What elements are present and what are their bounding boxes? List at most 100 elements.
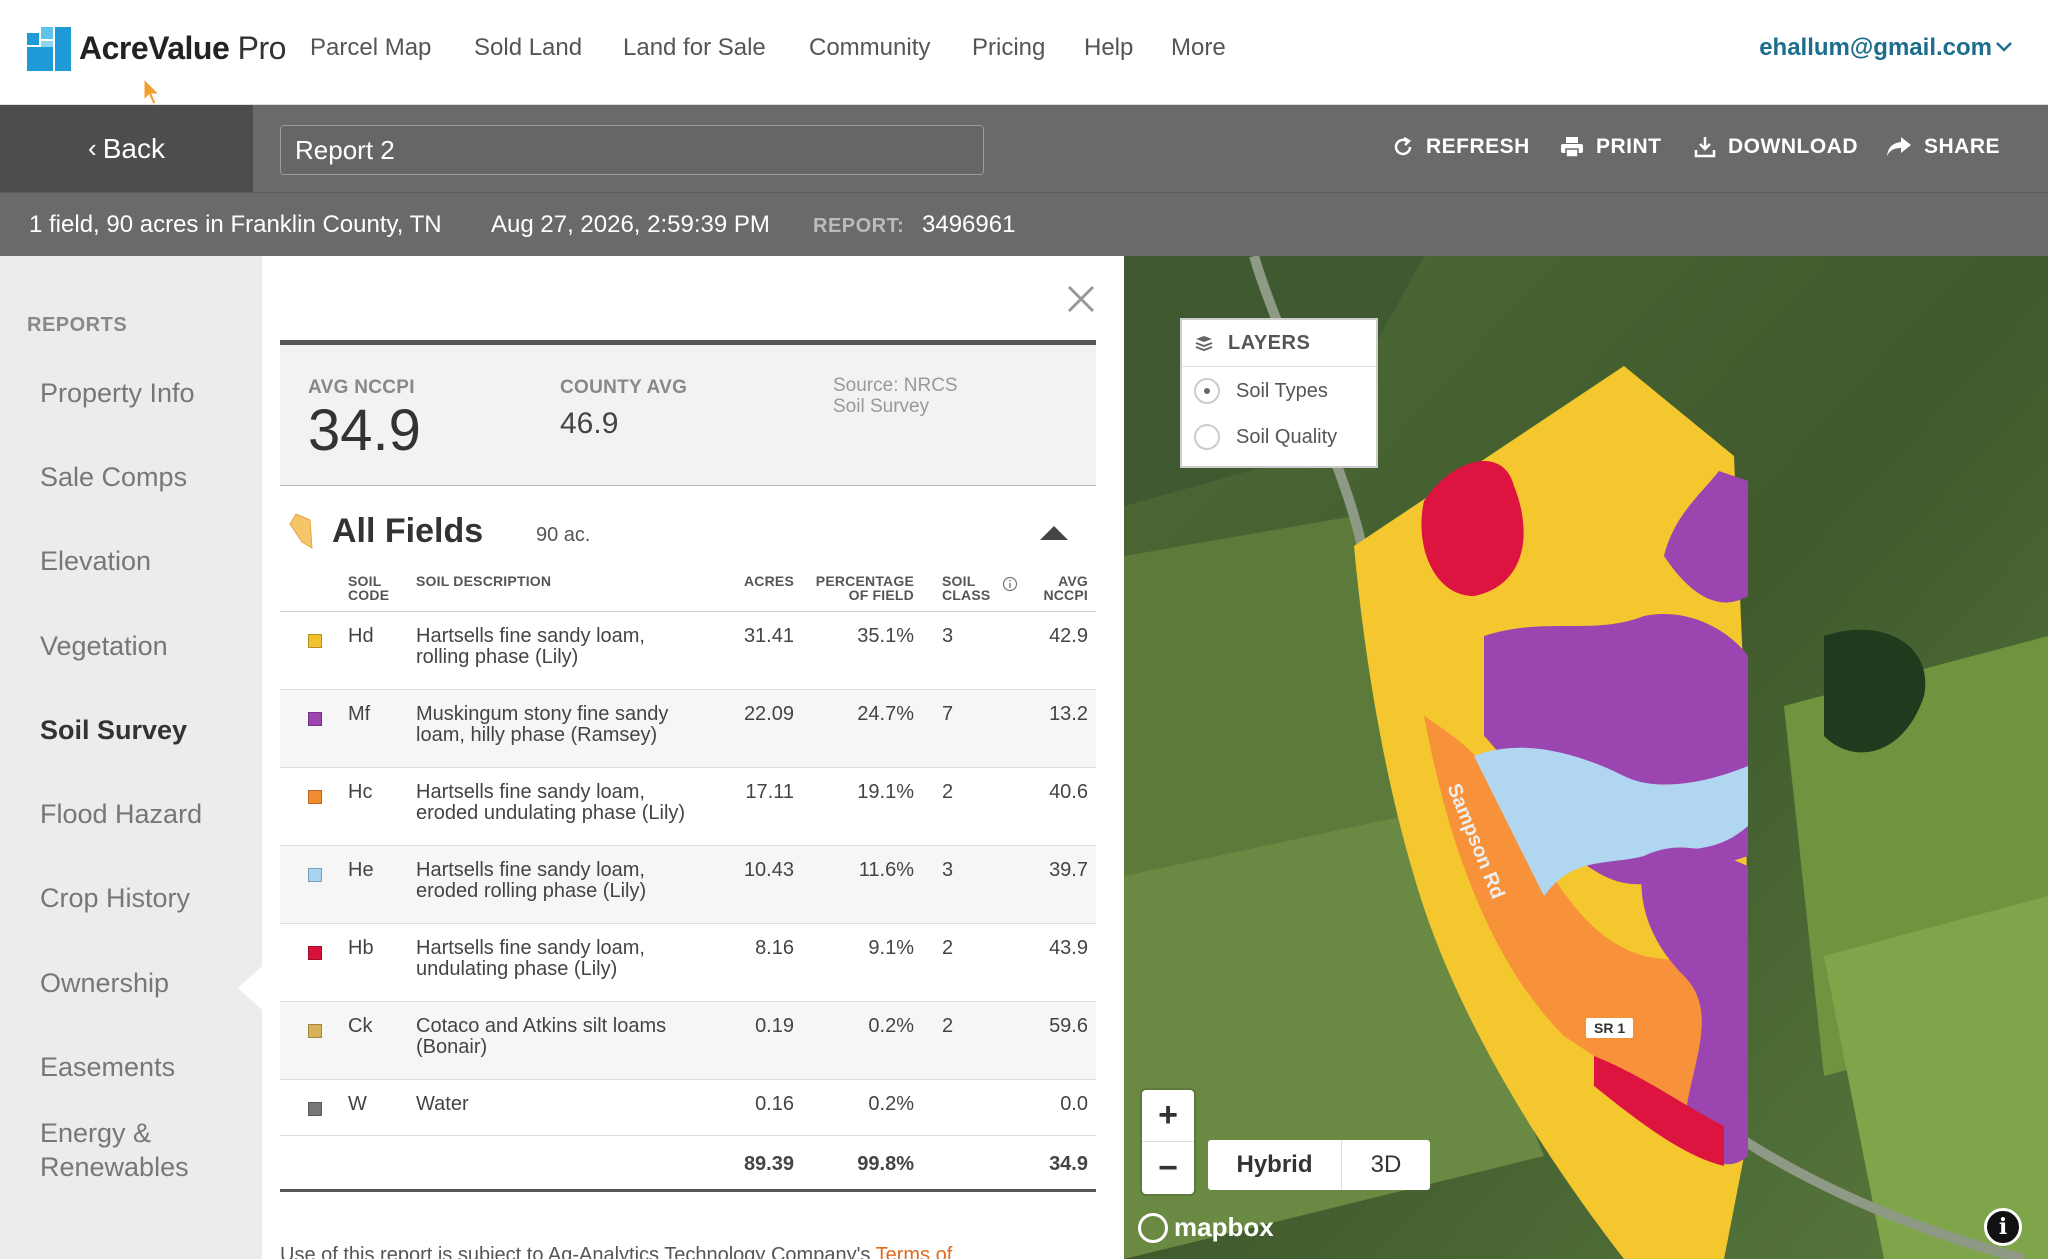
nav-parcel-map[interactable]: Parcel Map: [310, 34, 431, 62]
close-icon[interactable]: [1065, 283, 1097, 315]
layers-divider: [1182, 366, 1376, 367]
terms-text: Use of this report is subject to Ag-Anal…: [280, 1244, 876, 1259]
route-shield: SR 1: [1586, 1018, 1634, 1038]
sidebar-item-flood-hazard[interactable]: Flood Hazard: [40, 797, 202, 831]
totals-row: 89.39 99.8% 34.9: [280, 1136, 1096, 1192]
soil-color-swatch: [308, 634, 322, 648]
nav-land-for-sale[interactable]: Land for Sale: [623, 34, 766, 62]
nav-community[interactable]: Community: [809, 34, 930, 62]
avg-nccpi-cell: 40.6: [1049, 781, 1088, 803]
soil-description-line1: Hartsells fine sandy loam,: [416, 625, 645, 647]
sidebar-item-elevation[interactable]: Elevation: [40, 544, 151, 578]
soil-description-line1: Cotaco and Atkins silt loams: [416, 1015, 667, 1037]
download-button[interactable]: DOWNLOAD: [1694, 135, 1858, 159]
sidebar-heading: REPORTS: [27, 314, 128, 336]
acres-cell: 8.16: [755, 937, 794, 959]
avg-nccpi-label: AVG NCCPI: [308, 377, 415, 398]
mapbox-logo[interactable]: mapbox: [1138, 1212, 1274, 1243]
printer-icon: [1561, 137, 1583, 158]
mouse-cursor-icon: [143, 78, 161, 105]
nav-sold-land[interactable]: Sold Land: [474, 34, 582, 62]
sidebar-item-crop-history[interactable]: Crop History: [40, 881, 190, 915]
soil-description-cell: Cotaco and Atkins silt loams (Bonair): [416, 1016, 716, 1058]
report-toolbar: ‹Back REFRESH PRINT DOWNLOAD SHARE: [0, 105, 2048, 192]
sidebar-item-sale-comps[interactable]: Sale Comps: [40, 460, 187, 494]
avg-nccpi-cell: 42.9: [1049, 625, 1088, 647]
soil-class-cell: 2: [942, 937, 954, 959]
user-account-menu[interactable]: ehallum@gmail.com: [1759, 34, 1992, 62]
soil-code-cell: W: [348, 1093, 367, 1115]
acres-cell: 10.43: [743, 859, 794, 881]
percentage-cell: 0.2%: [868, 1093, 914, 1115]
zoom-in-button[interactable]: +: [1142, 1090, 1194, 1142]
soil-description-line1: Muskingum stony fine sandy: [416, 703, 669, 725]
report-info-bar: 1 field, 90 acres in Franklin County, TN…: [0, 192, 2048, 256]
3d-view-button[interactable]: 3D: [1342, 1140, 1430, 1190]
soil-description-line2: eroded rolling phase (Lily): [416, 880, 647, 902]
hybrid-view-button[interactable]: Hybrid: [1208, 1140, 1342, 1190]
info-circle-icon[interactable]: [1002, 576, 1018, 592]
radio-selected[interactable]: [1194, 378, 1220, 404]
terms-note: Use of this report is subject to Ag-Anal…: [280, 1244, 952, 1259]
county-avg-label: COUNTY AVG: [560, 377, 688, 398]
soil-description-cell: Water: [416, 1094, 716, 1115]
table-header: SOIL CODE SOIL DESCRIPTION ACRES PERCENT…: [280, 562, 1096, 612]
percentage-cell: 0.2%: [868, 1015, 914, 1037]
percentage-cell: 11.6%: [858, 859, 914, 881]
nav-more[interactable]: More: [1171, 34, 1226, 62]
radio-unselected[interactable]: [1194, 424, 1220, 450]
col-soil-class: SOIL CLASS: [942, 573, 991, 603]
map-view-toggle: Hybrid 3D: [1208, 1140, 1430, 1190]
percentage-cell: 35.1%: [857, 625, 914, 647]
app-logo-text[interactable]: AcreValue Pro: [79, 30, 286, 67]
soil-description-cell: Hartsells fine sandy loam, undulating pha…: [416, 938, 716, 980]
soil-code-cell: Ck: [348, 1015, 373, 1037]
satellite-map[interactable]: Sampson Rd SR 1 LAYERS Soil Types Soil Q…: [1124, 256, 2048, 1259]
sidebar-item-ownership[interactable]: Ownership: [40, 966, 169, 1000]
chevron-down-icon[interactable]: [1994, 36, 2014, 56]
acres-cell: 31.41: [743, 625, 794, 647]
acres-cell: 17.11: [745, 781, 794, 803]
soil-description-line2: loam, hilly phase (Ramsey): [416, 724, 658, 746]
sidebar-item-property-info[interactable]: Property Info: [40, 376, 195, 410]
terms-link[interactable]: Terms of: [876, 1244, 953, 1259]
print-button[interactable]: PRINT: [1560, 135, 1662, 159]
report-id-value: 3496961: [922, 211, 1016, 238]
table-row: Mf Muskingum stony fine sandy loam, hilly …: [280, 690, 1096, 768]
data-source-text: Source: NRCS Soil Survey: [833, 375, 958, 417]
report-name-input[interactable]: [280, 125, 984, 175]
refresh-button[interactable]: REFRESH: [1392, 135, 1530, 159]
soil-description-cell: Muskingum stony fine sandy loam, hilly ph…: [416, 704, 716, 746]
avg-nccpi-value: 34.9: [308, 398, 421, 463]
sidebar-item-easements[interactable]: Easements: [40, 1050, 175, 1084]
back-button[interactable]: ‹ Back: [0, 105, 253, 192]
soil-class-cell: 3: [942, 859, 954, 881]
sidebar-item-soil-survey[interactable]: Soil Survey: [40, 713, 187, 747]
sidebar-item-energy-renewables[interactable]: Energy & Renewables: [40, 1116, 220, 1184]
sidebar-item-vegetation[interactable]: Vegetation: [40, 629, 168, 663]
layer-option-soil-types[interactable]: Soil Types: [1194, 378, 1328, 404]
nav-help[interactable]: Help: [1084, 34, 1133, 62]
map-info-icon[interactable]: i: [1984, 1208, 2022, 1246]
collapse-caret-icon[interactable]: [1040, 526, 1068, 540]
layers-title: LAYERS: [1228, 332, 1311, 354]
soil-description-line1: Hartsells fine sandy loam,: [416, 937, 645, 959]
share-button[interactable]: SHARE: [1886, 135, 2000, 159]
reports-sidebar: REPORTS Property Info Sale Comps Elevati…: [0, 256, 262, 1259]
all-fields-header: All Fields 90 ac.: [280, 504, 1096, 562]
back-label: Back: [102, 132, 165, 164]
layers-control: LAYERS Soil Types Soil Quality: [1180, 318, 1378, 468]
acres-cell: 22.09: [743, 703, 794, 725]
layer-label-soil-types: Soil Types: [1236, 379, 1328, 402]
all-fields-title: All Fields: [332, 512, 484, 550]
avg-nccpi-cell: 13.2: [1049, 703, 1088, 725]
download-icon: [1694, 137, 1716, 158]
layer-option-soil-quality[interactable]: Soil Quality: [1194, 424, 1337, 450]
soil-description-line2: eroded undulating phase (Lily): [416, 802, 686, 824]
nav-pricing[interactable]: Pricing: [972, 34, 1045, 62]
mapbox-logo-icon: [1138, 1212, 1168, 1243]
mapbox-attribution: mapbox: [1174, 1212, 1274, 1242]
acrevalue-logo-icon[interactable]: [27, 27, 71, 71]
zoom-out-button[interactable]: −: [1142, 1142, 1194, 1194]
avg-nccpi-cell: 43.9: [1049, 937, 1088, 959]
